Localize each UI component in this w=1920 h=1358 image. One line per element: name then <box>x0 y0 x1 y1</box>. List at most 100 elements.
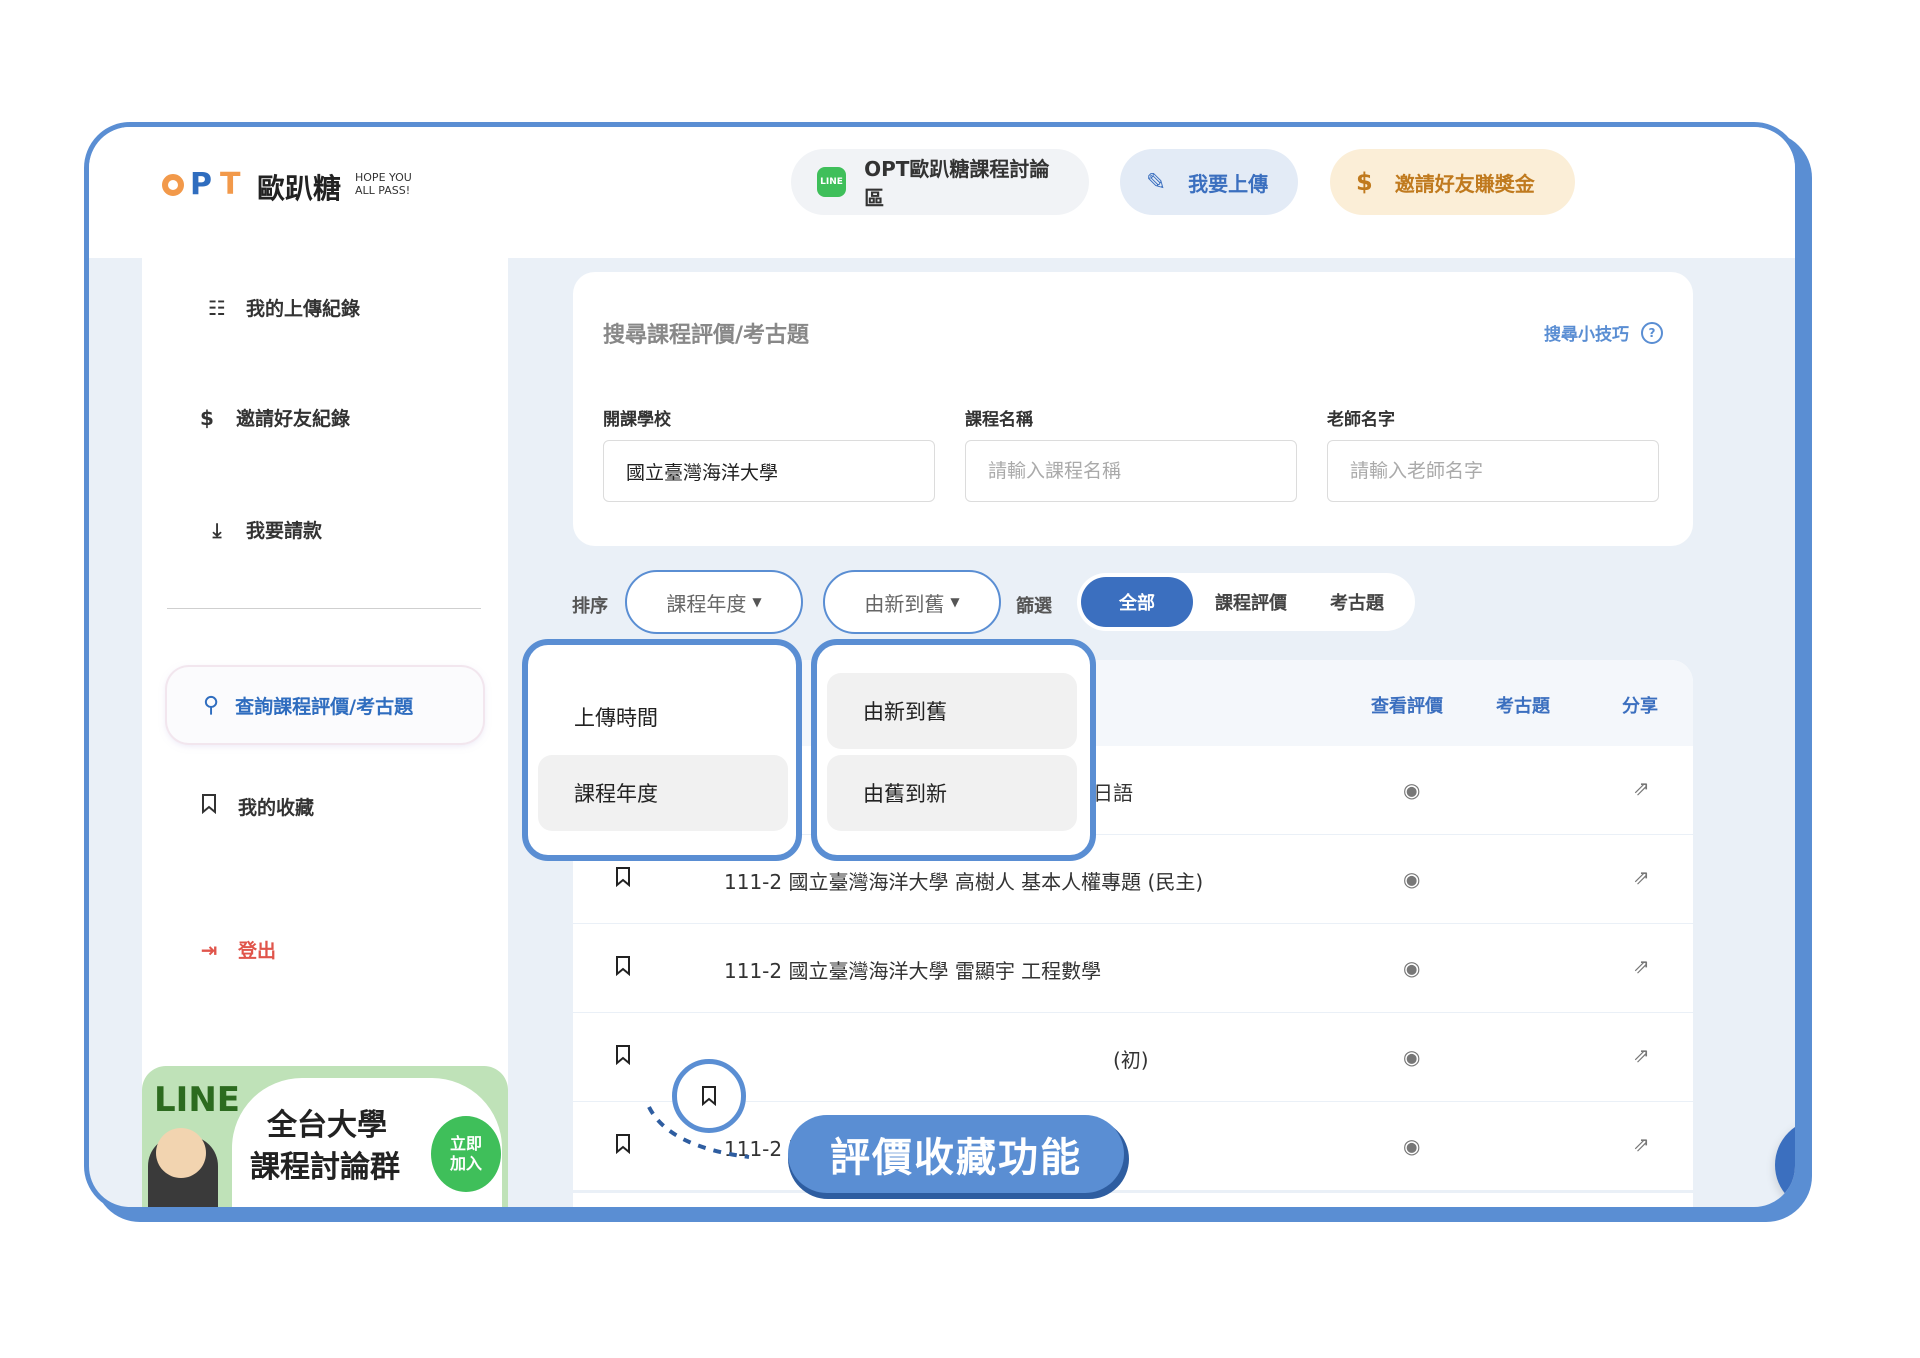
sidebar: ☷ 我的上傳紀錄 $ 邀請好友紀錄 ⤓ 我要請款 ⚲ 查詢課程評價/考古題 我的… <box>142 258 508 1154</box>
share-icon[interactable]: ⇗ <box>1633 865 1650 889</box>
search-icon: ⚲ <box>203 692 220 718</box>
line-icon: LINE <box>817 167 847 197</box>
filter-reviews-button[interactable]: 課程評價 <box>1197 577 1305 627</box>
bookmark-icon <box>194 794 224 819</box>
column-header-share: 分享 <box>1622 696 1658 717</box>
school-label: 開課學校 <box>603 410 671 430</box>
share-icon[interactable]: ⇗ <box>1633 1132 1650 1156</box>
caret-down-icon: ▼ <box>950 595 960 609</box>
logo[interactable]: P T <box>162 167 244 202</box>
callout-label: 評價收藏功能 <box>788 1115 1124 1193</box>
invite-label: 邀請好友賺獎金 <box>1394 171 1535 196</box>
banner-join-button[interactable]: 立即 加入 <box>431 1116 501 1192</box>
sort-field-value: 課程年度 <box>666 591 747 616</box>
search-title: 搜尋課程評價/考古題 <box>603 323 810 348</box>
sort-field-dropdown: 上傳時間 課程年度 <box>522 639 802 861</box>
dropdown-option-course-year[interactable]: 課程年度 <box>538 755 788 831</box>
sidebar-item-label: 我的收藏 <box>238 797 315 819</box>
eye-icon[interactable]: ◉ <box>1403 778 1420 802</box>
line-group-label: OPT歐趴糖課程討論區 <box>864 157 1050 210</box>
sidebar-item-label: 登出 <box>238 940 277 962</box>
filter-exams-button[interactable]: 考古題 <box>1307 577 1407 627</box>
pencil-icon: ✎ <box>1146 168 1167 196</box>
upload-label: 我要上傳 <box>1188 171 1269 196</box>
bookmark-icon[interactable] <box>615 867 631 887</box>
sidebar-item-logout[interactable]: ⇥ 登出 <box>194 936 276 963</box>
row-course-text: 111-2 國立臺灣海洋大學 高樹人 基本人權專題 (民主) <box>724 870 1204 894</box>
app-window: P T 歐趴糖 HOPE YOU ALL PASS! LINE OPT歐趴糖課程… <box>84 122 1800 1212</box>
banner-line-2: 課程討論群 <box>250 1150 400 1185</box>
invite-button[interactable]: $ 邀請好友賺獎金 <box>1330 149 1575 215</box>
sidebar-item-label: 我要請款 <box>246 520 323 542</box>
eye-icon[interactable]: ◉ <box>1403 1045 1420 1069</box>
sort-label: 排序 <box>572 596 608 617</box>
withdraw-icon: ⤓ <box>212 517 222 542</box>
sidebar-item-upload-records[interactable]: ☷ 我的上傳紀錄 <box>202 294 360 321</box>
sidebar-item-favorites[interactable]: 我的收藏 <box>194 793 314 820</box>
eye-icon[interactable]: ◉ <box>1403 867 1420 891</box>
sort-order-dropdown: 由新到舊 由舊到新 <box>811 639 1096 861</box>
course-input[interactable] <box>986 459 1280 483</box>
search-tip-label: 搜尋小技巧 <box>1544 325 1629 345</box>
caret-down-icon: ▼ <box>752 595 762 609</box>
row-course-text: 111-2 國立臺灣海洋大學 雷顯宇 工程數學 <box>724 959 1102 983</box>
eye-icon[interactable]: ◉ <box>1403 1134 1420 1158</box>
filter-segmented-control: 全部 課程評價 考古題 <box>1077 573 1415 631</box>
row-course-text: (初) <box>1113 1048 1149 1072</box>
banner-line-1: 全台大學 <box>267 1108 387 1143</box>
school-field[interactable] <box>603 440 935 502</box>
brand-slogan: HOPE YOU ALL PASS! <box>355 171 412 197</box>
column-header-exam: 考古題 <box>1496 696 1550 717</box>
bookmark-icon[interactable] <box>615 956 631 976</box>
join-line-1: 立即 <box>449 1134 482 1153</box>
sidebar-item-withdraw[interactable]: ⤓ 我要請款 <box>202 516 322 543</box>
top-bar: P T 歐趴糖 HOPE YOU ALL PASS! LINE OPT歐趴糖課程… <box>89 127 1795 258</box>
dollar-icon: $ <box>1356 168 1373 196</box>
logo-p-letter: P <box>190 167 216 202</box>
search-tip-link[interactable]: 搜尋小技巧 ? <box>1544 320 1663 345</box>
slogan-line-1: HOPE YOU <box>355 171 412 184</box>
line-group-button[interactable]: LINE OPT歐趴糖課程討論區 <box>791 149 1089 215</box>
brand-name: 歐趴糖 <box>257 172 342 205</box>
sort-field-select[interactable]: 課程年度 ▼ <box>625 570 803 634</box>
filter-all-button[interactable]: 全部 <box>1081 577 1193 627</box>
slogan-line-2: ALL PASS! <box>355 184 411 197</box>
filter-label: 篩選 <box>1016 596 1052 617</box>
teacher-field[interactable] <box>1327 440 1659 502</box>
logout-icon: ⇥ <box>200 937 218 962</box>
logo-o-mark <box>162 173 184 196</box>
eye-icon[interactable]: ◉ <box>1403 956 1420 980</box>
sort-order-select[interactable]: 由新到舊 ▼ <box>823 570 1001 634</box>
teacher-label: 老師名字 <box>1327 410 1395 430</box>
bookmark-icon[interactable] <box>615 1045 631 1065</box>
join-line-2: 加入 <box>449 1154 482 1173</box>
table-row[interactable]: 111-2 國立臺灣海洋大學 雷顯宇 工程數學 ◉ ⇗ <box>573 924 1693 1015</box>
upload-button[interactable]: ✎ 我要上傳 <box>1120 149 1298 215</box>
list-icon: ☷ <box>208 295 226 320</box>
course-label: 課程名稱 <box>965 410 1033 430</box>
bookmark-highlight-ring[interactable] <box>672 1059 746 1133</box>
sidebar-item-search-courses[interactable]: ⚲ 查詢課程評價/考古題 <box>167 667 483 743</box>
row-course-text: 日語 <box>1093 781 1133 805</box>
sidebar-divider <box>167 608 481 609</box>
sidebar-item-invite-records[interactable]: $ 邀請好友紀錄 <box>192 404 350 431</box>
share-icon[interactable]: ⇗ <box>1633 1043 1650 1067</box>
search-panel: 搜尋課程評價/考古題 搜尋小技巧 ? 開課學校 課程名稱 老師名字 <box>573 272 1693 546</box>
banner-line-title: LINE <box>154 1080 240 1120</box>
dropdown-option-newest[interactable]: 由新到舊 <box>827 673 1077 749</box>
column-header-review: 查看評價 <box>1371 696 1443 717</box>
school-input[interactable] <box>624 459 918 483</box>
teacher-input[interactable] <box>1348 459 1642 483</box>
share-icon[interactable]: ⇗ <box>1633 954 1650 978</box>
line-group-banner[interactable]: LINE 全台大學 課程討論群 立即 加入 <box>142 1066 508 1207</box>
logo-t-letter: T <box>220 167 245 202</box>
bookmark-icon[interactable] <box>701 1086 717 1106</box>
help-icon: ? <box>1641 321 1663 344</box>
sort-order-value: 由新到舊 <box>864 591 945 616</box>
banner-character-face <box>156 1128 206 1178</box>
course-field[interactable] <box>965 440 1297 502</box>
dropdown-option-oldest[interactable]: 由舊到新 <box>827 755 1077 831</box>
dropdown-option-upload-time[interactable]: 上傳時間 <box>538 679 788 755</box>
sidebar-item-label: 查詢課程評價/考古題 <box>235 695 414 718</box>
share-icon[interactable]: ⇗ <box>1633 776 1650 800</box>
